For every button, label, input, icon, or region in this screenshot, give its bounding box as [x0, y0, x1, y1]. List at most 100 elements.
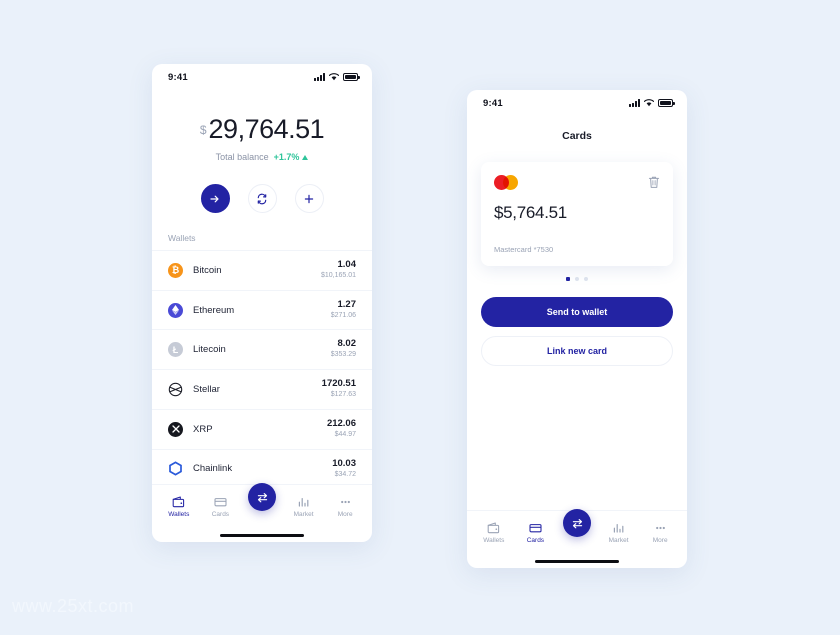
tab-label: More [337, 510, 353, 518]
wallet-quantity: 8.02 [337, 338, 357, 350]
wifi-icon [644, 99, 654, 107]
balance-change: +1.7% [274, 152, 309, 162]
tab-cards[interactable]: Cards [203, 496, 237, 518]
balance-amount: 29,764.51 [208, 114, 325, 144]
wallet-usd: $353.29 [330, 351, 356, 359]
tab-label: Market [608, 536, 629, 544]
wallet-quantity: 1.04 [337, 259, 357, 270]
tab-label: Market [293, 510, 314, 518]
balance-row: $ 29,764.51 [152, 116, 372, 143]
bitcoin-icon: ₿ [168, 262, 183, 278]
credit-card-tile[interactable]: $5,764.51 Mastercard *7530 [481, 162, 673, 266]
wallet-values: 1720.51 $127.63 [321, 378, 356, 400]
list-item[interactable]: Ł Litecoin 8.02 $353.29 [152, 329, 372, 369]
watermark: www.25xt.com [12, 596, 135, 616]
status-icons [314, 73, 360, 81]
tab-wallets[interactable]: Wallets [162, 495, 196, 518]
battery-icon [658, 99, 675, 107]
signal-icon [314, 73, 325, 81]
list-item[interactable]: Stellar 1720.51 $127.63 [152, 369, 372, 409]
card-actions: Send to wallet Link new card [467, 281, 687, 375]
wifi-icon [329, 73, 339, 81]
phone-cards-screen: 9:41 Cards $5,764.51 Mastercard *7530 Se… [467, 90, 687, 568]
card-header [494, 175, 660, 190]
wallet-quantity: 1.27 [337, 298, 357, 310]
chainlink-icon [168, 461, 183, 477]
action-buttons [152, 184, 372, 213]
wallet-icon [172, 495, 185, 507]
wallets-list: ₿ Bitcoin 1.04 $10,165.01 Ethereum 1.27 … [152, 250, 372, 484]
arrow-right-icon [210, 195, 219, 202]
wallet-quantity: 1720.51 [321, 378, 356, 390]
tab-label: Cards [211, 510, 230, 518]
list-item[interactable]: ₿ Bitcoin 1.04 $10,165.01 [152, 250, 372, 290]
home-indicator [152, 528, 372, 542]
list-item[interactable]: XRP 212.06 $44.97 [152, 408, 372, 449]
balance-subline: Total balance +1.7% [152, 152, 372, 162]
wallet-values: 8.02 $353.29 [331, 339, 356, 360]
link-new-card-button[interactable]: Link new card [481, 336, 673, 366]
stellar-icon [168, 382, 183, 397]
wallet-name: Bitcoin [193, 264, 222, 276]
wallet-values: 10.03 $34.72 [332, 457, 356, 480]
exchange-fab[interactable] [563, 509, 591, 537]
battery-icon [343, 73, 360, 81]
tab-label: Wallets [168, 510, 190, 518]
dots-icon [655, 526, 665, 529]
tab-wallets[interactable]: Wallets [477, 521, 511, 544]
tab-more[interactable]: More [328, 496, 362, 518]
balance-block: $ 29,764.51 Total balance +1.7% [152, 90, 372, 163]
card-icon [214, 497, 227, 506]
list-item[interactable]: Chainlink 10.03 $34.72 [152, 448, 372, 484]
mastercard-icon [494, 175, 518, 190]
bottom-tab-bar: Wallets Cards Market More [152, 483, 372, 528]
wallet-usd: $34.72 [334, 470, 356, 478]
wallet-quantity: 10.03 [332, 457, 356, 469]
currency-symbol: $ [199, 123, 207, 137]
balance-change-value: +1.7% [273, 152, 300, 162]
list-item[interactable]: Ethereum 1.27 $271.06 [152, 289, 372, 330]
card-balance: $5,764.51 [494, 203, 567, 222]
wallet-name: Chainlink [193, 463, 233, 475]
trash-icon[interactable] [648, 175, 660, 189]
wallet-icon [487, 521, 500, 533]
tab-cards[interactable]: Cards [518, 522, 552, 544]
exchange-arrows-icon [572, 518, 582, 528]
chart-icon [298, 497, 309, 507]
exchange-button[interactable] [247, 184, 277, 213]
wallet-name: Stellar [193, 384, 220, 396]
wallet-usd: $271.06 [330, 311, 356, 319]
status-bar: 9:41 [152, 64, 372, 90]
signal-icon [629, 99, 640, 107]
arrow-up-icon [302, 154, 309, 160]
wallet-name: Ethereum [193, 304, 235, 316]
tab-market[interactable]: Market [602, 522, 636, 544]
wallet-name: XRP [193, 423, 213, 435]
wallet-values: 1.27 $271.06 [330, 298, 357, 321]
tab-more[interactable]: More [643, 522, 677, 544]
exchange-arrows-icon [257, 492, 267, 502]
status-time: 9:41 [168, 71, 188, 83]
tab-label: Cards [526, 536, 545, 544]
page-title: Cards [562, 130, 592, 142]
refresh-icon [257, 193, 267, 204]
send-button[interactable] [200, 184, 230, 213]
wallet-name: Litecoin [193, 344, 226, 356]
send-to-wallet-button[interactable]: Send to wallet [481, 297, 673, 327]
card-label: Mastercard *7530 [494, 245, 554, 254]
status-icons [629, 99, 675, 107]
ethereum-icon [168, 302, 183, 318]
tab-market[interactable]: Market [287, 496, 321, 518]
litecoin-icon: Ł [168, 342, 183, 358]
wallet-usd: $127.63 [330, 391, 356, 399]
add-button[interactable] [294, 184, 324, 213]
chart-icon [613, 523, 624, 533]
status-bar: 9:41 [467, 90, 687, 116]
tab-label: More [652, 536, 668, 544]
bottom-tab-bar: Wallets Cards Market More [467, 509, 687, 554]
wallet-usd: $10,165.01 [320, 271, 356, 279]
wallet-values: 212.06 $44.97 [327, 418, 356, 440]
plus-icon [304, 194, 314, 203]
balance-label: Total balance [215, 152, 269, 162]
exchange-fab[interactable] [248, 483, 276, 511]
